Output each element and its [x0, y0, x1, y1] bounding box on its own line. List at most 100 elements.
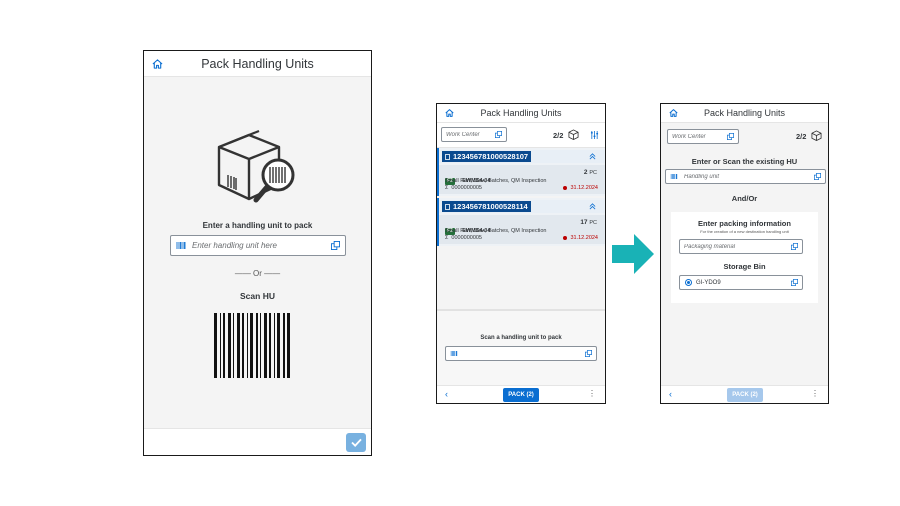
flow-arrow-icon — [612, 234, 654, 274]
pack-hu-screen-details: Pack Handling Units Work Center 2/2 Ente… — [660, 103, 829, 404]
app-header: Pack Handling Units — [437, 104, 605, 123]
quantity: 2 PC — [584, 169, 597, 176]
storage-bin-input[interactable]: GI-YDO9 — [679, 275, 803, 290]
batch-icon: Σ — [445, 235, 449, 241]
storage-bin-label: Storage Bin — [723, 262, 766, 271]
more-options-icon[interactable]: ⋮ — [588, 389, 596, 398]
handling-unit-placeholder: Handling unit — [684, 173, 720, 180]
quantity: 17 PC — [580, 219, 597, 226]
value-help-icon[interactable] — [791, 243, 798, 250]
and-or-label: And/Or — [731, 194, 758, 203]
alert-icon — [563, 185, 568, 190]
home-icon[interactable] — [445, 109, 454, 118]
batch-number: Σ 0000000005 — [445, 235, 482, 241]
scan-hu-input[interactable] — [445, 346, 597, 361]
batch-icon: Σ — [445, 185, 449, 191]
back-chevron-icon[interactable]: ‹ — [445, 389, 448, 399]
hu-id: 123456781000528107 — [453, 152, 529, 161]
existing-hu-label: Enter or Scan the existing HU — [691, 157, 798, 166]
work-center-placeholder: Work Center — [446, 131, 480, 138]
pack-hu-screen-start: Pack Handling Units Enter a handling uni… — [143, 50, 372, 456]
page-title: Pack Handling Units — [201, 56, 314, 71]
hu-card[interactable]: 123456781000528107 F2 EWMS4-04 2 PC Smal… — [437, 148, 605, 196]
work-center-input[interactable]: Work Center — [441, 127, 507, 142]
handling-unit-input[interactable]: Enter handling unit here — [170, 235, 346, 256]
batch-value: 0000000005 — [451, 185, 482, 191]
footer-toolbar — [144, 428, 371, 455]
quantity-unit: PC — [589, 220, 597, 226]
confirm-button[interactable] — [346, 433, 366, 452]
pack-button[interactable]: PACK (2) — [503, 388, 539, 402]
quantity-unit: PC — [589, 170, 597, 176]
hu-card-header: 123456781000528107 — [439, 150, 605, 163]
quantity-value: 2 — [583, 169, 588, 176]
packaging-material-input[interactable]: Packaging material — [679, 239, 803, 254]
value-help-icon[interactable] — [727, 133, 734, 140]
hu-id-tag: 123456781000528107 — [442, 151, 532, 162]
collapse-icon[interactable] — [589, 153, 596, 160]
document-icon — [445, 203, 450, 210]
value-help-icon[interactable] — [585, 350, 592, 357]
hu-count: 2/2 — [553, 131, 564, 140]
barcode-icon — [670, 174, 678, 179]
handling-unit-placeholder: Enter handling unit here — [192, 241, 277, 250]
box-scan-illustration — [217, 129, 295, 203]
scan-hu-label: Scan HU — [240, 291, 275, 301]
page-title: Pack Handling Units — [703, 108, 786, 118]
pack-button[interactable]: PACK (2) — [727, 388, 763, 402]
packing-info-title: Enter packing information — [698, 219, 791, 228]
expiry-date: 31.12.2024 — [563, 235, 598, 241]
work-center-input[interactable]: Work Center — [667, 129, 739, 144]
hu-card-header: 123456781000528114 — [439, 200, 605, 213]
collapse-icon[interactable] — [589, 203, 596, 210]
pack-hu-screen-list: Pack Handling Units Work Center 2/2 1234… — [436, 103, 606, 404]
value-help-icon[interactable] — [331, 241, 340, 250]
hu-id: 123456781000528114 — [453, 202, 528, 211]
barcode-icon — [450, 351, 458, 356]
batch-value: 0000000005 — [451, 235, 482, 241]
app-header: Pack Handling Units — [144, 51, 371, 77]
work-center-toolbar: Work Center 2/2 — [437, 123, 605, 148]
hu-card-body: F2 EWMS4-04 2 PC Small Part, Slow, Batch… — [439, 165, 605, 194]
batch-number: Σ 0000000005 — [445, 185, 482, 191]
box-icon — [811, 130, 822, 141]
packing-info-card: Enter packing information For the creati… — [671, 212, 818, 303]
packaging-material-placeholder: Packaging material — [684, 243, 736, 250]
product-description: Small Part, Slow, Batches, QM Inspection — [445, 228, 547, 234]
expiry-date-value: 31.12.2024 — [570, 185, 598, 191]
value-help-icon[interactable] — [791, 279, 798, 286]
scan-panel: Scan a handling unit to pack — [437, 309, 605, 387]
quantity-value: 17 — [580, 219, 588, 226]
checkmark-icon — [350, 438, 362, 447]
box-icon — [568, 129, 579, 140]
expiry-date: 31.12.2024 — [563, 185, 598, 191]
home-icon[interactable] — [669, 109, 678, 118]
barcode-icon — [176, 242, 186, 249]
expiry-date-value: 31.12.2024 — [570, 235, 598, 241]
existing-hu-input[interactable]: Handling unit — [665, 169, 826, 184]
hu-barcode — [214, 313, 303, 378]
product-description: Small Part, Slow, Batches, QM Inspection — [445, 178, 547, 184]
storage-bin-value: GI-YDO9 — [696, 279, 721, 286]
scan-label: Scan a handling unit to pack — [480, 335, 562, 341]
hu-card[interactable]: 123456781000528114 F2 EWMS4-04 17 PC Sma… — [437, 198, 605, 246]
hu-card-body: F2 EWMS4-04 17 PC Small Part, Slow, Batc… — [439, 215, 605, 244]
page-title: Pack Handling Units — [480, 108, 562, 118]
home-icon[interactable] — [152, 58, 163, 69]
footer-toolbar: ‹ PACK (2) ⋮ — [437, 385, 605, 403]
document-icon — [445, 153, 450, 160]
app-header: Pack Handling Units — [661, 104, 828, 123]
settings-icon[interactable] — [590, 131, 599, 139]
hu-count: 2/2 — [796, 132, 807, 141]
footer-toolbar: ‹ PACK (2) ⋮ — [661, 385, 828, 403]
alert-icon — [563, 235, 568, 240]
value-help-icon[interactable] — [495, 131, 502, 138]
hu-prompt-label: Enter a handling unit to pack — [202, 221, 313, 230]
back-chevron-icon[interactable]: ‹ — [669, 389, 672, 399]
work-center-placeholder: Work Center — [672, 133, 706, 140]
more-options-icon[interactable]: ⋮ — [811, 389, 819, 398]
or-separator: —— Or —— — [234, 269, 281, 278]
value-help-icon[interactable] — [814, 173, 821, 180]
radio-selected-icon[interactable] — [685, 279, 692, 286]
packing-info-subtitle: For the creation of a new destination ha… — [700, 229, 789, 234]
